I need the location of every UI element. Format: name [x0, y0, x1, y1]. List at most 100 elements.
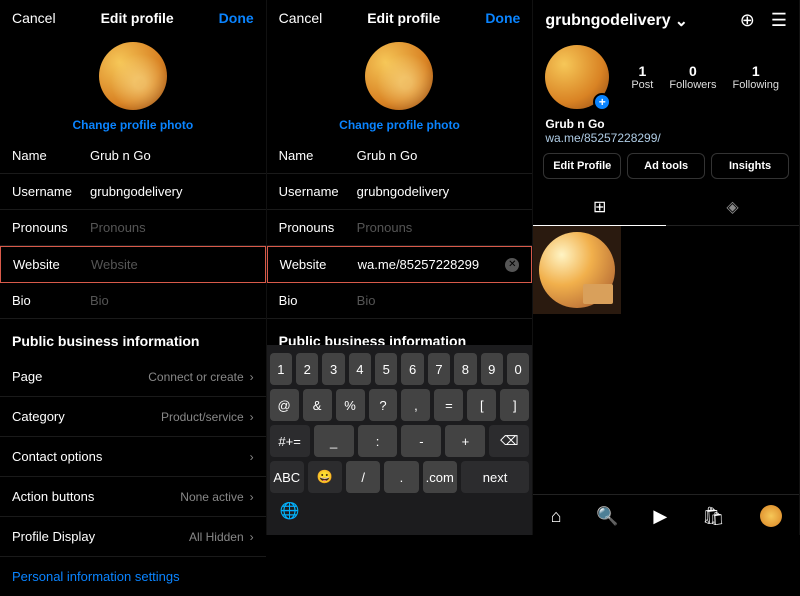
menu-icon[interactable]: ☰	[771, 10, 787, 31]
grid-tab[interactable]: ⊞	[533, 189, 666, 225]
home-icon[interactable]: ⌂	[551, 506, 562, 527]
shop-icon[interactable]: 🛍	[702, 506, 725, 527]
pronouns-placeholder[interactable]: Pronouns	[357, 220, 521, 235]
action-buttons-label: Action buttons	[12, 489, 94, 504]
profile-top: + 1 Post 0 Followers 1 Following	[533, 41, 799, 117]
key-q[interactable]: ?	[369, 389, 398, 421]
action-buttons-row[interactable]: Action buttons None active›	[0, 477, 266, 517]
key-colon[interactable]: :	[358, 425, 398, 457]
insights-button[interactable]: Insights	[711, 153, 789, 179]
key-4[interactable]: 4	[349, 353, 371, 385]
username-dropdown[interactable]: grubngodelivery ⌄	[545, 11, 688, 31]
website-row[interactable]: Website Website	[0, 246, 266, 283]
cancel-button[interactable]: Cancel	[12, 10, 56, 26]
key-eq[interactable]: =	[434, 389, 463, 421]
website-link[interactable]: wa.me/85257228299/	[545, 131, 787, 145]
key-next[interactable]: next	[461, 461, 529, 493]
change-photo-link[interactable]: Change profile photo	[339, 118, 460, 132]
website-row[interactable]: Website wa.me/85257228299 ✕	[267, 246, 533, 283]
key-plus[interactable]: +	[445, 425, 485, 457]
search-icon[interactable]: 🔍	[596, 506, 618, 527]
post-grid	[533, 226, 799, 314]
profile-nav-icon[interactable]	[760, 505, 782, 527]
profile-avatar[interactable]	[99, 42, 167, 110]
key-9[interactable]: 9	[481, 353, 503, 385]
clear-icon[interactable]: ✕	[505, 258, 519, 272]
reels-icon[interactable]: ▶	[653, 506, 667, 527]
done-button[interactable]: Done	[485, 10, 520, 26]
stat-posts[interactable]: 1 Post	[631, 63, 653, 91]
key-pct[interactable]: %	[336, 389, 365, 421]
category-row[interactable]: Category Product/service›	[0, 397, 266, 437]
key-underscore[interactable]: _	[314, 425, 354, 457]
key-5[interactable]: 5	[375, 353, 397, 385]
post-thumbnail[interactable]	[533, 226, 621, 314]
key-minus[interactable]: -	[401, 425, 441, 457]
page-row[interactable]: Page Connect or create›	[0, 357, 266, 397]
keyboard-globe-row: 🌐	[270, 497, 530, 525]
keyboard-row-4: ABC 😀 / . .com next	[270, 461, 530, 493]
cancel-button[interactable]: Cancel	[279, 10, 323, 26]
avatar-section: Change profile photo	[0, 42, 266, 134]
change-photo-link[interactable]: Change profile photo	[73, 118, 194, 132]
name-label: Name	[279, 148, 357, 163]
profile-display-row[interactable]: Profile Display All Hidden›	[0, 517, 266, 557]
profile-avatar[interactable]: +	[545, 45, 609, 109]
website-placeholder[interactable]: Website	[91, 257, 253, 272]
bio-placeholder[interactable]: Bio	[357, 293, 521, 308]
name-value[interactable]: Grub n Go	[357, 148, 521, 163]
keyboard[interactable]: 1 2 3 4 5 6 7 8 9 0 @ & % ? , = [ ] #+= …	[267, 345, 533, 535]
contact-row[interactable]: Contact options ›	[0, 437, 266, 477]
bio-row[interactable]: Bio Bio	[0, 283, 266, 319]
username-value[interactable]: grubngodelivery	[357, 184, 521, 199]
key-slash[interactable]: /	[346, 461, 380, 493]
name-value[interactable]: Grub n Go	[90, 148, 254, 163]
key-symbols[interactable]: #+=	[270, 425, 310, 457]
username-row[interactable]: Username grubngodelivery	[0, 174, 266, 210]
bio-row[interactable]: Bio Bio	[267, 283, 533, 319]
key-dotcom[interactable]: .com	[423, 461, 457, 493]
tagged-tab[interactable]: ◈	[666, 189, 799, 225]
key-7[interactable]: 7	[428, 353, 450, 385]
key-backspace[interactable]: ⌫	[489, 425, 529, 457]
key-at[interactable]: @	[270, 389, 299, 421]
edit-profile-pane-filled-website: Cancel Edit profile Done Change profile …	[267, 0, 534, 535]
stats: 1 Post 0 Followers 1 Following	[623, 63, 787, 91]
stat-followers[interactable]: 0 Followers	[669, 63, 716, 91]
personal-info-link[interactable]: Personal information settings	[0, 557, 266, 596]
page-sub: Connect or create	[148, 370, 243, 384]
pronouns-row[interactable]: Pronouns Pronouns	[267, 210, 533, 246]
username-value[interactable]: grubngodelivery	[90, 184, 254, 199]
name-row[interactable]: Name Grub n Go	[0, 138, 266, 174]
username-row[interactable]: Username grubngodelivery	[267, 174, 533, 210]
pronouns-placeholder[interactable]: Pronouns	[90, 220, 254, 235]
pronouns-row[interactable]: Pronouns Pronouns	[0, 210, 266, 246]
key-emoji[interactable]: 😀	[308, 461, 342, 493]
key-abc[interactable]: ABC	[270, 461, 304, 493]
create-icon[interactable]: ⊕	[740, 10, 755, 31]
key-rbracket[interactable]: ]	[500, 389, 529, 421]
edit-profile-button[interactable]: Edit Profile	[543, 153, 621, 179]
key-dot[interactable]: .	[384, 461, 418, 493]
key-lbracket[interactable]: [	[467, 389, 496, 421]
following-label: Following	[732, 79, 778, 91]
profile-avatar[interactable]	[365, 42, 433, 110]
key-3[interactable]: 3	[322, 353, 344, 385]
stat-following[interactable]: 1 Following	[732, 63, 778, 91]
bio-placeholder[interactable]: Bio	[90, 293, 254, 308]
website-value[interactable]: wa.me/85257228299	[358, 257, 500, 272]
key-amp[interactable]: &	[303, 389, 332, 421]
key-0[interactable]: 0	[507, 353, 529, 385]
ad-tools-button[interactable]: Ad tools	[627, 153, 705, 179]
category-label: Category	[12, 409, 65, 424]
done-button[interactable]: Done	[219, 10, 254, 26]
key-comma[interactable]: ,	[401, 389, 430, 421]
key-6[interactable]: 6	[401, 353, 423, 385]
globe-icon[interactable]: 🌐	[274, 499, 306, 523]
key-2[interactable]: 2	[296, 353, 318, 385]
website-label: Website	[13, 257, 91, 272]
key-1[interactable]: 1	[270, 353, 292, 385]
add-story-badge[interactable]: +	[593, 93, 611, 111]
name-row[interactable]: Name Grub n Go	[267, 138, 533, 174]
key-8[interactable]: 8	[454, 353, 476, 385]
